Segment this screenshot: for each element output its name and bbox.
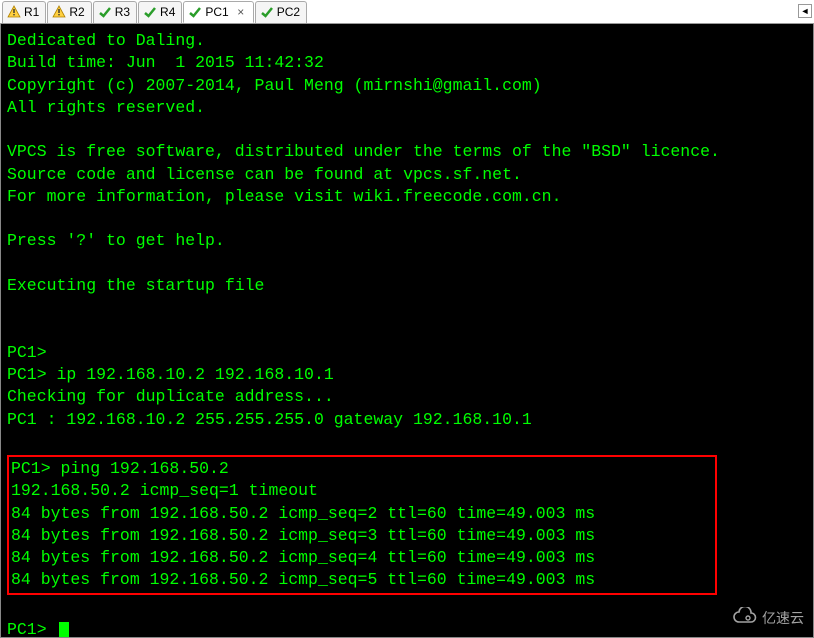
terminal-line: Press '?' to get help. xyxy=(7,230,807,252)
terminal-line xyxy=(7,297,807,319)
watermark-text: 亿速云 xyxy=(762,608,804,628)
terminal-line xyxy=(7,208,807,230)
terminal-intro-block: Dedicated to Daling.Build time: Jun 1 20… xyxy=(7,30,807,453)
terminal-line: 84 bytes from 192.168.50.2 icmp_seq=5 tt… xyxy=(11,569,713,591)
tab-r1[interactable]: R1 xyxy=(2,1,46,23)
terminal-line xyxy=(7,597,807,619)
warning-icon xyxy=(7,5,21,19)
tab-label: R2 xyxy=(69,5,84,19)
terminal-line: PC1 : 192.168.10.2 255.255.255.0 gateway… xyxy=(7,409,807,431)
tab-label: R4 xyxy=(160,5,175,19)
terminal-line: VPCS is free software, distributed under… xyxy=(7,141,807,163)
check-icon xyxy=(143,5,157,19)
terminal-output[interactable]: Dedicated to Daling.Build time: Jun 1 20… xyxy=(0,24,814,638)
tab-bar: R1 R2 R3 R4 PC1 × PC2 ◄ xyxy=(0,0,814,24)
terminal-line xyxy=(7,253,807,275)
ping-highlight-box: PC1> ping 192.168.50.2192.168.50.2 icmp_… xyxy=(7,455,717,595)
terminal-after-block xyxy=(7,597,807,619)
tab-r4[interactable]: R4 xyxy=(138,1,182,23)
tab-scroll-left-button[interactable]: ◄ xyxy=(798,4,812,18)
check-icon xyxy=(260,5,274,19)
cloud-icon xyxy=(732,607,758,628)
terminal-line: Dedicated to Daling. xyxy=(7,30,807,52)
tab-r2[interactable]: R2 xyxy=(47,1,91,23)
terminal-line xyxy=(7,119,807,141)
terminal-line: Copyright (c) 2007-2014, Paul Meng (mirn… xyxy=(7,75,807,97)
terminal-line: 84 bytes from 192.168.50.2 icmp_seq=2 tt… xyxy=(11,503,713,525)
tab-label: R1 xyxy=(24,5,39,19)
check-icon xyxy=(188,5,202,19)
tab-label: PC1 xyxy=(205,5,228,19)
warning-icon xyxy=(52,5,66,19)
terminal-line: PC1> ip 192.168.10.2 192.168.10.1 xyxy=(7,364,807,386)
terminal-prompt: PC1> xyxy=(7,620,57,638)
terminal-line: Checking for duplicate address... xyxy=(7,386,807,408)
tab-pc2[interactable]: PC2 xyxy=(255,1,307,23)
terminal-line: 84 bytes from 192.168.50.2 icmp_seq=4 tt… xyxy=(11,547,713,569)
tab-pc1[interactable]: PC1 × xyxy=(183,1,253,23)
close-icon[interactable]: × xyxy=(235,5,247,19)
tab-label: R3 xyxy=(115,5,130,19)
terminal-line: Executing the startup file xyxy=(7,275,807,297)
terminal-line xyxy=(7,319,807,341)
terminal-line: For more information, please visit wiki.… xyxy=(7,186,807,208)
tab-r3[interactable]: R3 xyxy=(93,1,137,23)
terminal-line: PC1> xyxy=(7,342,807,364)
terminal-prompt-line: PC1> xyxy=(7,619,807,638)
check-icon xyxy=(98,5,112,19)
terminal-line: Source code and license can be found at … xyxy=(7,164,807,186)
terminal-line xyxy=(7,431,807,453)
terminal-line: All rights reserved. xyxy=(7,97,807,119)
tab-label: PC2 xyxy=(277,5,300,19)
terminal-line: PC1> ping 192.168.50.2 xyxy=(11,458,713,480)
watermark: 亿速云 xyxy=(732,607,804,628)
terminal-line: Build time: Jun 1 2015 11:42:32 xyxy=(7,52,807,74)
cursor-icon xyxy=(59,622,69,638)
terminal-line: 84 bytes from 192.168.50.2 icmp_seq=3 tt… xyxy=(11,525,713,547)
terminal-line: 192.168.50.2 icmp_seq=1 timeout xyxy=(11,480,713,502)
